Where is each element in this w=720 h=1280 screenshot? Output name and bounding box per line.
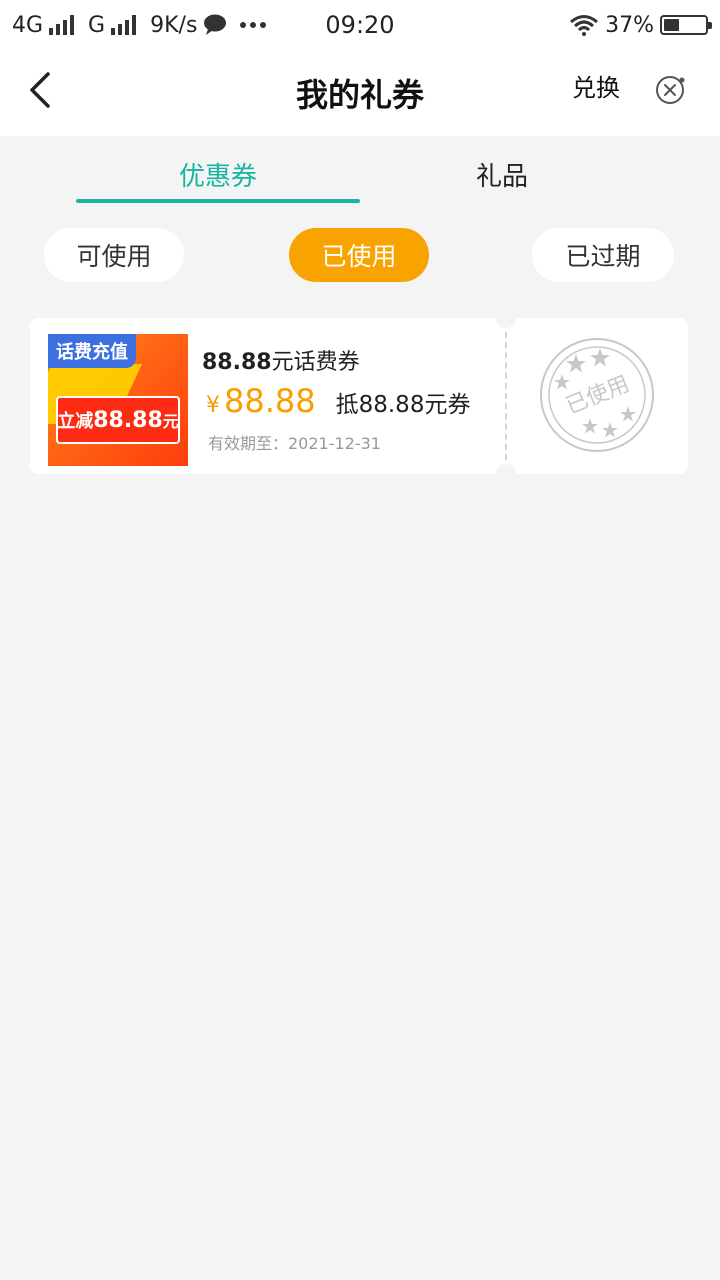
battery-fill — [664, 19, 679, 31]
category-tabs: 优惠券 礼品 — [0, 136, 720, 208]
coupon-name-amount: 88.88 — [202, 350, 272, 375]
used-stamp-icon: 已使用 — [540, 338, 654, 452]
coupon-name-suffix: 元话费券 — [271, 350, 360, 375]
filter-used[interactable]: 已使用 — [289, 228, 429, 282]
close-icon[interactable] — [654, 74, 686, 106]
more-dots-icon — [240, 22, 267, 28]
coupon-deduct: 抵88.88元券 — [335, 392, 471, 418]
coupon-expiry: 有效期至：2021-12-31 — [208, 434, 381, 453]
battery-icon — [660, 15, 712, 35]
app-header: 我的礼券 兑换 — [0, 50, 720, 136]
coupon-stub: 已使用 — [506, 318, 688, 474]
badge-prefix: 立减 — [57, 411, 94, 432]
network-type-label-2: G — [88, 12, 106, 38]
coupon-divider — [505, 332, 507, 460]
coupon-card[interactable]: 话费充值 立减 88.88 元 88.88元话费券 ¥ 88.88 抵88.88… — [30, 308, 688, 484]
signal-icon-2 — [111, 15, 137, 35]
tab-gifts[interactable]: 礼品 — [360, 156, 644, 193]
coupon-price-row: ¥ 88.88 抵88.88元券 — [206, 382, 470, 420]
coupon-image: 话费充值 立减 88.88 元 — [48, 334, 188, 466]
filter-available[interactable]: 可使用 — [44, 228, 184, 282]
tab-coupons[interactable]: 优惠券 — [76, 156, 360, 193]
coupon-name: 88.88元话费券 — [202, 344, 360, 376]
status-right: 37% — [569, 12, 712, 38]
coupon-amount: 88.88 — [224, 382, 316, 420]
message-icon — [204, 14, 227, 35]
coupon-main: 话费充值 立减 88.88 元 88.88元话费券 ¥ 88.88 抵88.88… — [30, 318, 506, 474]
network-type-label: 4G — [12, 12, 44, 38]
tab-active-indicator — [76, 199, 360, 203]
coupon-image-tag: 话费充值 — [48, 334, 136, 368]
signal-icon — [49, 15, 75, 35]
coupon-notch-bottom — [496, 464, 516, 484]
net-speed: 9K/s — [150, 12, 198, 38]
wifi-icon — [570, 15, 599, 36]
exchange-button[interactable]: 兑换 — [572, 68, 620, 103]
coupon-image-badge: 立减 88.88 元 — [56, 396, 180, 444]
battery-percent: 37% — [605, 12, 654, 38]
badge-suffix: 元 — [162, 412, 179, 431]
status-filters: 可使用 已使用 已过期 — [0, 228, 720, 282]
filter-expired[interactable]: 已过期 — [532, 228, 674, 282]
currency-symbol: ¥ — [206, 393, 220, 418]
status-bar: 4G G 9K/s 09:20 37% — [0, 0, 720, 50]
status-left: 4G G 9K/s — [12, 13, 267, 38]
badge-amount: 88.88 — [93, 407, 163, 433]
coupon-notch-top — [496, 308, 516, 328]
